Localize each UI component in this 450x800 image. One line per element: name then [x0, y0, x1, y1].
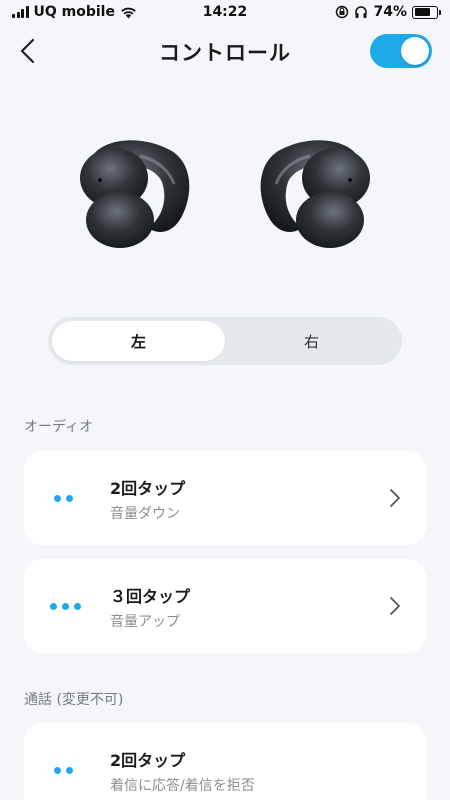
card-subtitle: 音量アップ [110, 614, 180, 630]
control-card-double-tap-volume-down[interactable]: 2回タップ 音量ダウン [24, 451, 426, 545]
card-title: 2回タップ [110, 751, 186, 770]
left-right-selector: 左 右 [48, 317, 402, 365]
header: コントロール [0, 26, 450, 76]
tab-left[interactable]: 左 [52, 321, 225, 361]
card-title: 2回タップ [110, 479, 186, 498]
double-dot-icon [54, 723, 73, 800]
battery-percent: 74% [373, 4, 407, 20]
control-card-triple-tap-volume-up[interactable]: ３回タップ 音量アップ [24, 559, 426, 653]
right-earbud-image [260, 140, 370, 248]
status-bar: UQ mobile 14:22 74% [0, 0, 450, 26]
card-subtitle: 音量ダウン [110, 506, 180, 522]
chevron-right-icon [390, 489, 400, 507]
headphones-icon [355, 6, 368, 18]
earbuds-illustration [0, 120, 450, 260]
chevron-right-icon [390, 597, 400, 615]
card-title: ３回タップ [110, 587, 191, 606]
left-earbud-image [80, 140, 190, 248]
rotation-lock-icon [336, 5, 349, 19]
tab-right[interactable]: 右 [225, 321, 398, 361]
card-subtitle: 着信に応答/着信を拒否 [110, 778, 255, 794]
toggle-knob [401, 37, 429, 65]
battery-icon [412, 5, 441, 19]
section-label-audio: オーディオ [24, 419, 94, 435]
triple-dot-icon [50, 559, 81, 653]
battery-fill [414, 8, 431, 16]
control-toggle[interactable] [370, 34, 432, 68]
control-card-double-tap-answer-call: 2回タップ 着信に応答/着信を拒否 [24, 723, 426, 800]
double-dot-icon [54, 451, 73, 545]
status-right: 74% [335, 4, 441, 20]
section-label-call: 通話 (変更不可) [24, 692, 124, 708]
